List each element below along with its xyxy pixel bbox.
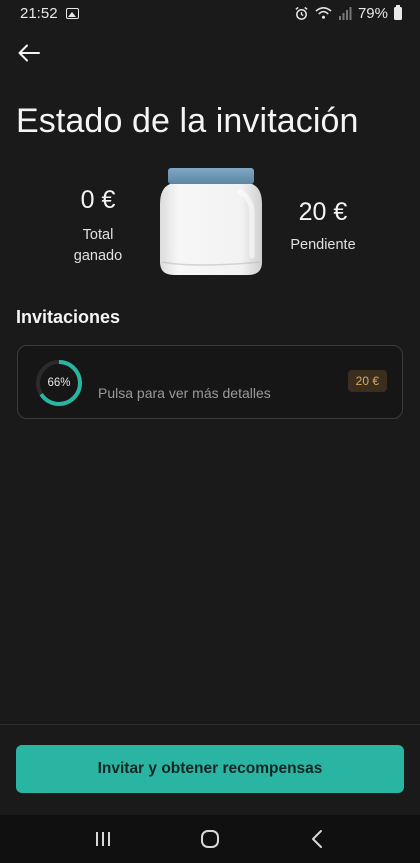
alarm-icon xyxy=(295,6,308,20)
back-button[interactable] xyxy=(12,38,46,68)
signal-icon xyxy=(338,6,352,20)
total-earned-label: Total ganado xyxy=(58,225,138,267)
amount-badge: 20 € xyxy=(347,370,387,392)
battery-icon xyxy=(394,4,402,20)
gallery-notification-icon xyxy=(65,7,79,19)
invite-earn-rewards-button[interactable]: Invitar y obtener recompensas xyxy=(16,745,404,793)
arrow-left-icon xyxy=(18,44,40,62)
status-bar: 21:52 79% xyxy=(0,0,420,26)
divider xyxy=(0,724,420,725)
nav-home-button[interactable] xyxy=(190,819,230,859)
system-nav-bar xyxy=(0,815,420,863)
home-icon xyxy=(200,830,219,848)
total-earned-stat: 0 € Total ganado xyxy=(58,186,138,267)
pending-value: 20 € xyxy=(298,198,348,226)
total-earned-value: 0 € xyxy=(80,186,116,214)
nav-back-button[interactable] xyxy=(297,819,337,859)
status-time: 21:52 xyxy=(20,4,58,22)
details-hint: Pulsa para ver más detalles xyxy=(98,385,271,401)
chevron-left-icon xyxy=(311,830,322,848)
invitation-progress-card[interactable]: 66% Pulsa para ver más detalles 20 € xyxy=(17,345,403,419)
page-title: Estado de la invitación xyxy=(16,102,359,140)
progress-percent-label: 66% xyxy=(47,377,71,389)
battery-percent: 79% xyxy=(357,4,388,22)
nav-recents-button[interactable] xyxy=(83,819,123,859)
wifi-icon xyxy=(315,7,332,19)
pending-stat: 20 € Pendiente xyxy=(280,198,366,256)
invitations-section-title: Invitaciones xyxy=(16,307,121,327)
recents-icon xyxy=(96,832,111,846)
jar-illustration xyxy=(160,168,262,275)
total-earned-label-line1: Total xyxy=(82,227,114,243)
pending-label: Pendiente xyxy=(290,237,356,253)
total-earned-label-line2: ganado xyxy=(73,248,123,264)
